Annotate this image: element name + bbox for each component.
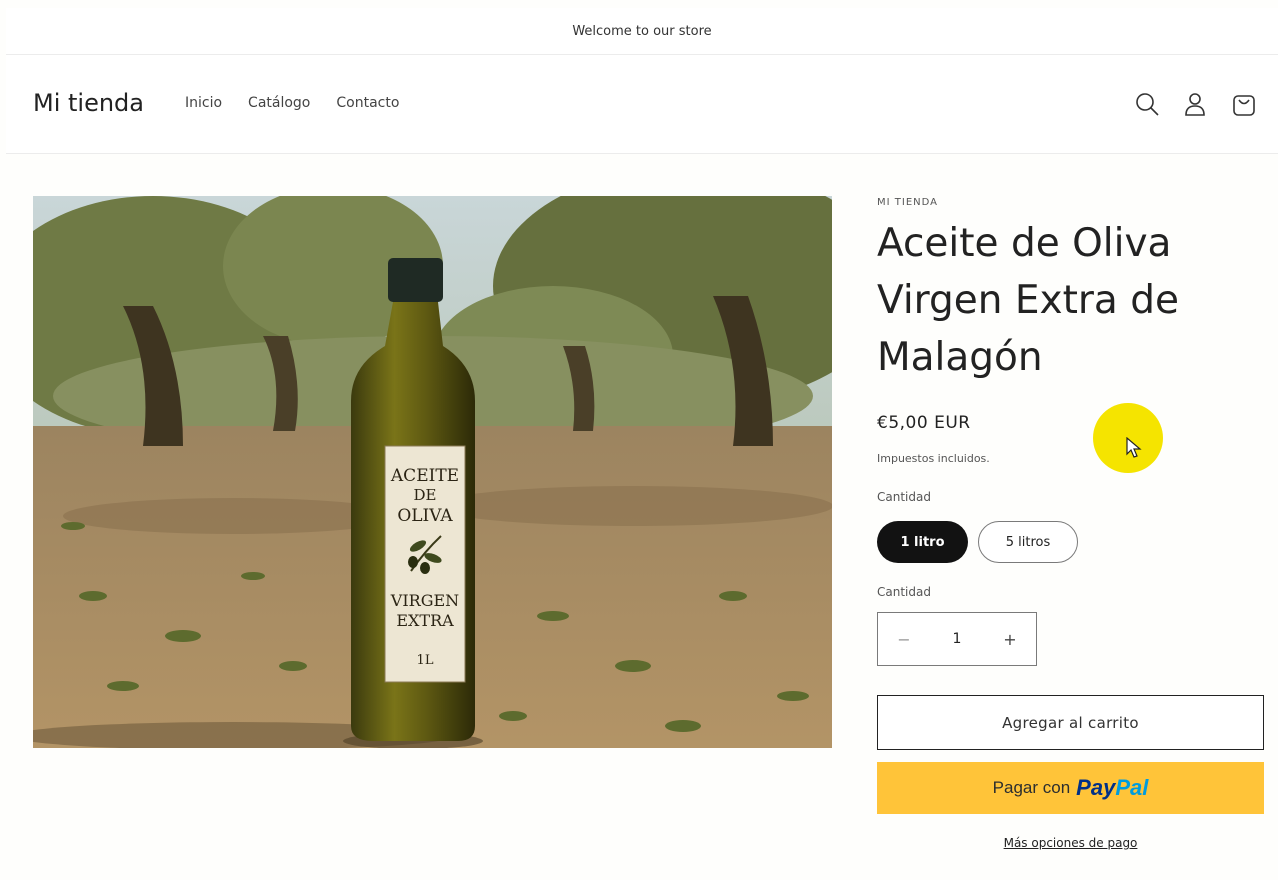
label-volume: 1L — [417, 653, 434, 668]
label-line5: EXTRA — [396, 611, 454, 630]
search-icon[interactable] — [1133, 90, 1161, 118]
add-to-cart-button[interactable]: Agregar al carrito — [877, 695, 1264, 750]
store-logo[interactable]: Mi tienda — [33, 89, 144, 117]
paypal-button[interactable]: Pagar con Pay Pal — [877, 762, 1264, 814]
more-payment-options: Más opciones de pago — [877, 836, 1264, 850]
quantity-label: Cantidad — [877, 585, 931, 599]
paypal-logo-pal: Pal — [1115, 775, 1149, 800]
quantity-input[interactable]: 1 — [930, 631, 984, 647]
variant-label: Cantidad — [877, 490, 931, 504]
variant-1-litro[interactable]: 1 litro — [877, 521, 968, 563]
site-header: Mi tienda Inicio Catálogo Contacto — [6, 55, 1278, 154]
mouse-cursor-icon — [1126, 437, 1142, 458]
variant-1-litro-label: 1 litro — [900, 534, 945, 550]
label-line3: OLIVA — [397, 506, 453, 526]
label-line2: DE — [414, 486, 437, 504]
label-line1: ACEITE — [390, 466, 459, 486]
paypal-prefix: Pagar con — [992, 778, 1071, 797]
quantity-increase-button[interactable]: + — [984, 630, 1036, 649]
add-to-cart-label: Agregar al carrito — [1002, 713, 1139, 732]
cart-icon[interactable] — [1230, 90, 1258, 118]
quantity-stepper: − 1 + — [877, 612, 1037, 666]
main-nav: Inicio Catálogo Contacto — [185, 95, 425, 111]
paypal-logo-pay: Pay — [1076, 775, 1116, 800]
announcement-text: Welcome to our store — [572, 23, 712, 39]
variant-5-litros[interactable]: 5 litros — [978, 521, 1078, 563]
product-vendor: MI TIENDA — [877, 197, 938, 208]
product-title: Aceite de Oliva Virgen Extra de Malagón — [877, 221, 1179, 380]
variant-5-litros-label: 5 litros — [1005, 534, 1051, 550]
product-image[interactable]: ACEITE DE OLIVA VIRGEN EXTRA 1L — [33, 196, 832, 748]
tax-note: Impuestos incluidos. — [877, 452, 990, 465]
nav-item-catalogo[interactable]: Catálogo — [248, 95, 310, 111]
more-payment-link[interactable]: Más opciones de pago — [1004, 836, 1138, 850]
label-line4: VIRGEN — [390, 591, 459, 610]
product-price: €5,00 EUR — [877, 413, 971, 433]
announcement-bar: Welcome to our store — [6, 8, 1278, 55]
account-icon[interactable] — [1181, 90, 1209, 118]
nav-item-contacto[interactable]: Contacto — [336, 95, 399, 111]
quantity-decrease-button[interactable]: − — [878, 630, 930, 649]
nav-item-inicio[interactable]: Inicio — [185, 95, 222, 111]
